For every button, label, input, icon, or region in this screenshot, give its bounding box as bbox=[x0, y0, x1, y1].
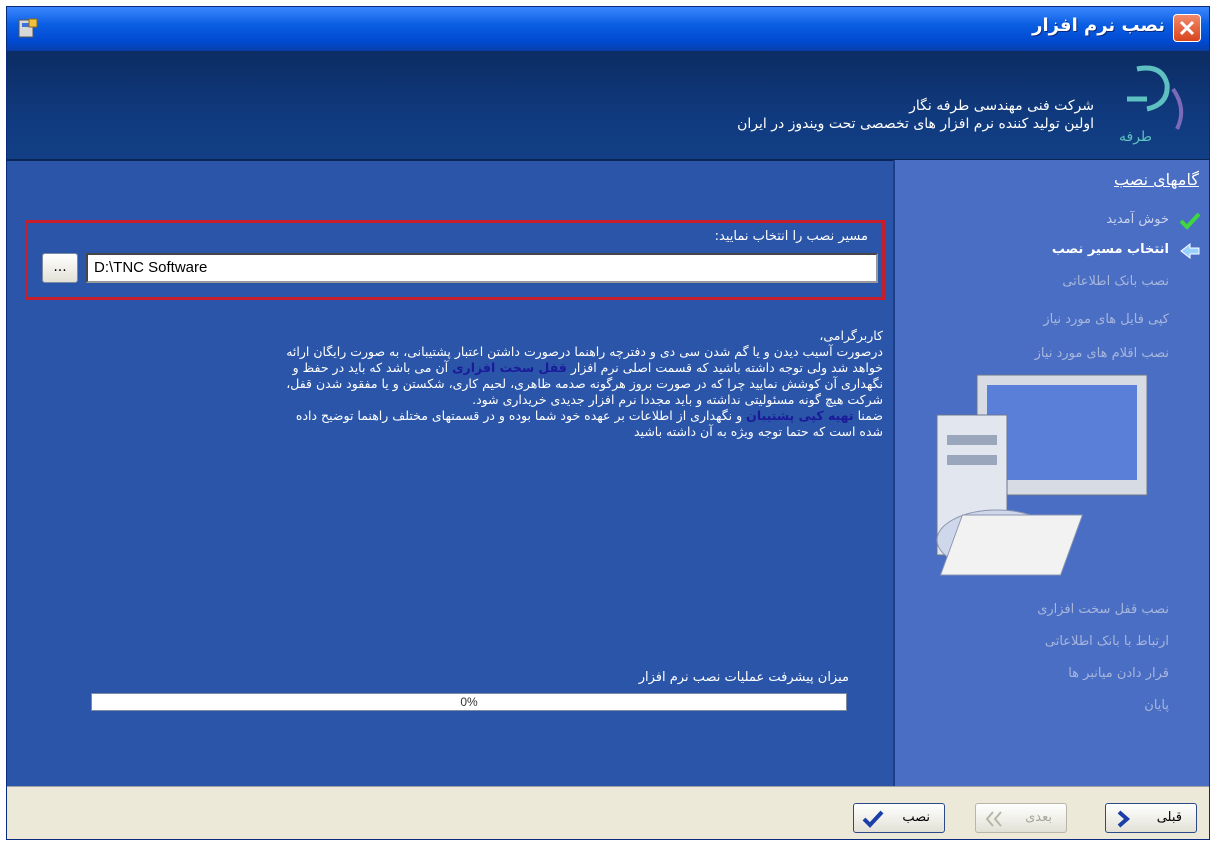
notice-text: و نگهداری از اطلاعات بر عهده خود شما بود… bbox=[295, 408, 747, 423]
company-tagline: اولین تولید کننده نرم افزار های تخصصی تح… bbox=[737, 116, 1094, 132]
arrow-left-icon bbox=[1180, 242, 1200, 260]
app-icon bbox=[18, 18, 38, 38]
backup-highlight: تهیه کپی پشتیبان bbox=[746, 408, 854, 423]
install-path-input[interactable]: D:\TNC Software bbox=[86, 253, 878, 283]
step-create-shortcuts: قرار دادن میانبر ها bbox=[1068, 666, 1169, 681]
window-title: نصب نرم افزار bbox=[1032, 15, 1165, 36]
step-select-path: انتخاب مسیر نصب bbox=[1051, 242, 1169, 257]
notice-greeting: کاربرگرامی، bbox=[819, 328, 883, 343]
step-install-database: نصب بانک اطلاعاتی bbox=[1062, 274, 1169, 289]
install-path-section: مسیر نصب را انتخاب نمایید: ... D:\TNC So… bbox=[25, 220, 885, 300]
notice-line: درصورت آسیب دیدن و یا گم شدن سی دی و دفت… bbox=[286, 344, 883, 359]
footer-bar: قبلی بعدی نصب bbox=[7, 786, 1209, 839]
notice-line: شرکت هیچ گونه مسئولیتی نداشته و باید مجد… bbox=[472, 392, 883, 407]
header-banner: طرفه شرکت فنی مهندسی طرفه نگار اولین تول… bbox=[7, 51, 1209, 161]
step-copy-files: کپی فایل های مورد نیاز bbox=[1043, 312, 1169, 327]
back-label: قبلی bbox=[1156, 810, 1182, 825]
step-install-hardware-lock: نصب قفل سخت افزاری bbox=[1037, 602, 1169, 617]
company-name: شرکت فنی مهندسی طرفه نگار bbox=[909, 98, 1094, 114]
next-label: بعدی bbox=[1025, 810, 1052, 825]
install-path-label: مسیر نصب را انتخاب نمایید: bbox=[714, 229, 868, 244]
installer-window: نصب نرم افزار طرفه شرکت فنی مهندسی طرفه … bbox=[6, 6, 1210, 840]
notice-line: شده است که حتما توجه ویژه به آن داشته با… bbox=[634, 424, 883, 439]
company-logo: طرفه bbox=[1119, 65, 1184, 145]
browse-button[interactable]: ... bbox=[42, 253, 78, 283]
title-bar: نصب نرم افزار bbox=[7, 7, 1209, 51]
chevron-right-icon bbox=[1117, 810, 1131, 828]
steps-sidebar: گامهای نصب خوش آمدید انتخاب مسیر نصب نصب… bbox=[893, 160, 1209, 786]
step-connect-database: ارتباط با بانک اطلاعاتی bbox=[1044, 634, 1169, 649]
company-info: شرکت فنی مهندسی طرفه نگار اولین تولید کن… bbox=[737, 97, 1094, 133]
notice-text: آن می باشد که باید در حفظ و bbox=[292, 360, 453, 375]
user-notice: کاربرگرامی، درصورت آسیب دیدن و یا گم شدن… bbox=[37, 328, 883, 440]
notice-text: ضمنا bbox=[853, 408, 883, 423]
hardware-lock-highlight: قفل سخت افزاری bbox=[452, 360, 567, 375]
step-install-items: نصب اقلام های مورد نیاز bbox=[1034, 346, 1169, 361]
svg-text:طرفه: طرفه bbox=[1119, 129, 1152, 145]
step-welcome: خوش آمدید bbox=[1106, 212, 1169, 227]
notice-line: ضمنا تهیه کپی پشتیبان و نگهداری از اطلاع… bbox=[37, 408, 883, 424]
back-button[interactable]: قبلی bbox=[1105, 803, 1197, 833]
install-button[interactable]: نصب bbox=[853, 803, 945, 833]
step-finish: پایان bbox=[1144, 698, 1169, 713]
next-button[interactable]: بعدی bbox=[975, 803, 1067, 833]
notice-text: خواهد شد ولی توجه داشته باشید که قسمت اص… bbox=[566, 360, 883, 375]
checkmark-icon bbox=[862, 810, 884, 828]
close-button[interactable] bbox=[1173, 14, 1201, 42]
progress-label: میزان پیشرفت عملیات نصب نرم افزار bbox=[638, 670, 849, 685]
install-label: نصب bbox=[902, 810, 930, 825]
progress-percent: 0% bbox=[460, 695, 478, 709]
double-chevron-left-icon bbox=[985, 811, 1002, 827]
close-icon bbox=[1179, 20, 1195, 36]
notice-line: خواهد شد ولی توجه داشته باشید که قسمت اص… bbox=[37, 360, 883, 376]
main-panel: مسیر نصب را انتخاب نمایید: ... D:\TNC So… bbox=[7, 160, 895, 786]
progress-bar: 0% bbox=[91, 693, 847, 711]
computer-illustration bbox=[936, 374, 1148, 576]
steps-title: گامهای نصب bbox=[1114, 170, 1199, 189]
checkmark-icon bbox=[1179, 212, 1201, 230]
notice-line: نگهداری آن کوشش نمایید چرا که در صورت بر… bbox=[286, 376, 883, 391]
